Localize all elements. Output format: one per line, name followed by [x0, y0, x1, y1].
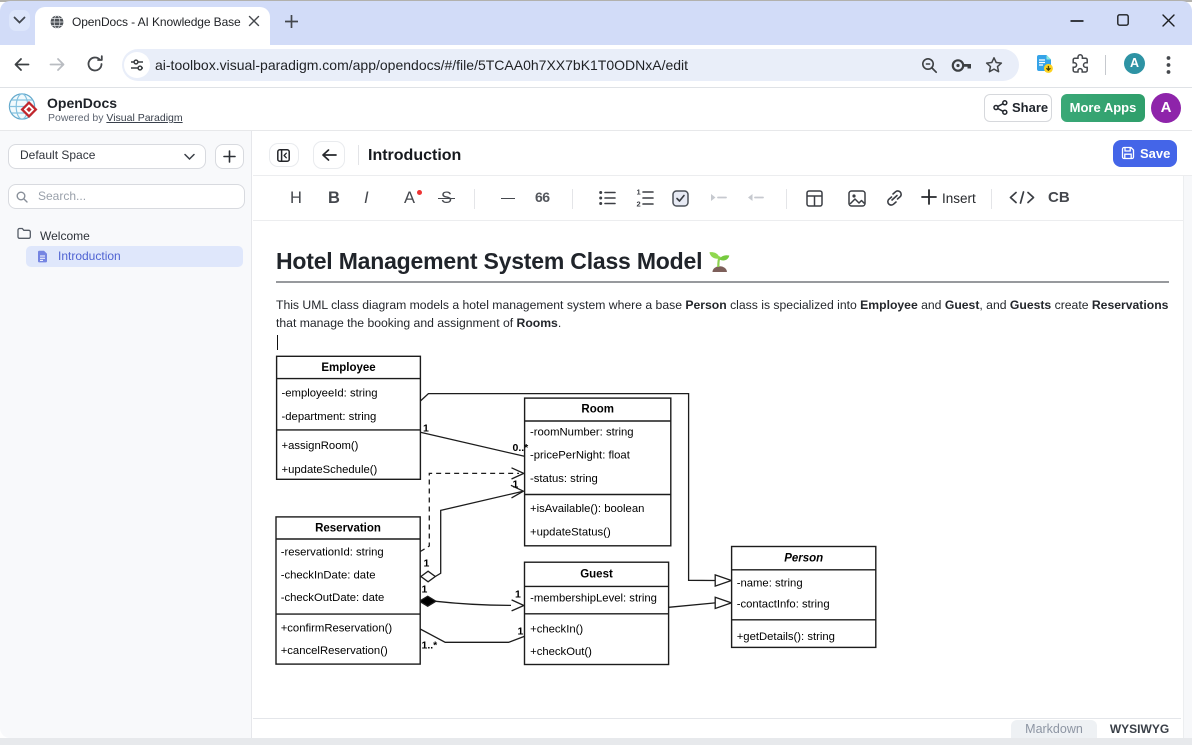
svg-text:-membershipLevel: string: -membershipLevel: string	[530, 593, 657, 605]
svg-text:Employee: Employee	[321, 362, 375, 374]
svg-text:-department: string: -department: string	[282, 411, 377, 423]
svg-text:1: 1	[513, 479, 519, 491]
svg-text:0..*: 0..*	[513, 442, 530, 454]
svg-text:+isAvailable(): boolean: +isAvailable(): boolean	[530, 503, 644, 515]
svg-text:+updateStatus(): +updateStatus()	[530, 526, 611, 538]
svg-text:-roomNumber: string: -roomNumber: string	[530, 427, 634, 439]
svg-text:-employeeId: string: -employeeId: string	[282, 388, 378, 400]
svg-text:+assignRoom(): +assignRoom()	[282, 440, 359, 452]
svg-text:Room: Room	[581, 404, 614, 416]
svg-text:+cancelReservation(): +cancelReservation()	[281, 645, 388, 657]
svg-text:1: 1	[515, 589, 521, 601]
svg-text:1: 1	[424, 558, 430, 570]
svg-text:-checkInDate: date: -checkInDate: date	[281, 569, 376, 581]
svg-text:-checkOutDate: date: -checkOutDate: date	[281, 592, 385, 604]
svg-text:Guest: Guest	[580, 569, 613, 581]
svg-text:Reservation: Reservation	[315, 523, 381, 535]
svg-text:1: 1	[518, 626, 524, 638]
svg-text:-reservationId: string: -reservationId: string	[281, 547, 384, 559]
svg-text:Person: Person	[784, 553, 823, 565]
svg-text:+checkIn(): +checkIn()	[530, 623, 583, 635]
svg-text:1: 1	[423, 423, 429, 435]
svg-text:-name: string: -name: string	[737, 577, 803, 589]
svg-text:1: 1	[422, 584, 428, 596]
svg-text:-contactInfo: string: -contactInfo: string	[737, 599, 830, 611]
svg-text:-pricePerNight: float: -pricePerNight: float	[530, 450, 631, 462]
svg-text:-status: string: -status: string	[530, 473, 598, 485]
svg-text:+confirmReservation(): +confirmReservation()	[281, 622, 393, 634]
svg-text:+updateSchedule(): +updateSchedule()	[282, 464, 378, 476]
svg-text:+getDetails(): string: +getDetails(): string	[737, 631, 835, 643]
svg-text:1..*: 1..*	[422, 639, 439, 651]
svg-text:+checkOut(): +checkOut()	[530, 646, 592, 658]
